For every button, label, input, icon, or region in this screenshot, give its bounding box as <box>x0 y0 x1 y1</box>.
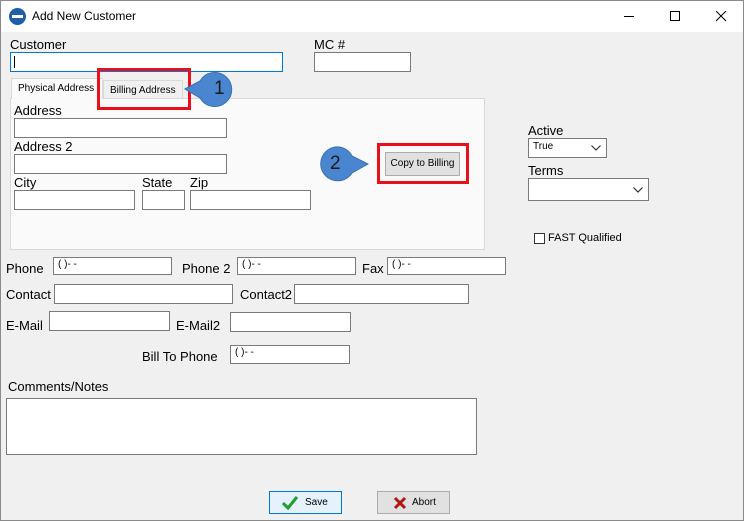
customer-label: Customer <box>10 37 67 52</box>
callout-2: 2 <box>317 146 370 183</box>
billing-tab-highlight-box <box>97 68 191 110</box>
phone2-label: Phone 2 <box>182 261 231 276</box>
email2-label: E-Mail2 <box>176 318 221 333</box>
contact-field[interactable] <box>54 284 233 304</box>
bill-to-phone-label: Bill To Phone <box>142 349 218 364</box>
tab-physical-address[interactable]: Physical Address <box>11 78 103 99</box>
close-icon <box>716 11 727 22</box>
state-field[interactable] <box>142 190 185 210</box>
bill-to-phone-field[interactable]: ( )- - <box>230 345 350 364</box>
callout-pointer-icon <box>183 72 233 107</box>
abort-button-label: Abort <box>412 497 436 508</box>
comments-label: Comments/Notes <box>8 379 109 394</box>
fax-label: Fax <box>362 261 384 276</box>
x-mark-icon <box>393 496 407 510</box>
city-label: City <box>14 175 37 190</box>
text-caret <box>14 56 15 68</box>
active-label: Active <box>528 123 564 138</box>
active-select[interactable]: True <box>528 138 607 158</box>
email-label: E-Mail <box>6 318 43 333</box>
mc-label: MC # <box>314 37 346 52</box>
zip-field[interactable] <box>190 190 311 210</box>
fax-field[interactable]: ( )- - <box>387 257 506 275</box>
address2-field[interactable] <box>14 154 227 174</box>
callout-number: 1 <box>214 78 225 99</box>
maximize-icon <box>670 11 680 21</box>
callout-pointer-icon <box>320 146 370 182</box>
contact-label: Contact <box>6 287 51 302</box>
chevron-down-icon <box>633 187 643 193</box>
app-icon <box>9 8 26 25</box>
title-bar: Add New Customer <box>1 1 743 32</box>
callout-number: 2 <box>330 153 341 174</box>
email2-field[interactable] <box>230 312 351 332</box>
maximize-button[interactable] <box>652 1 698 32</box>
address2-label: Address 2 <box>14 139 73 154</box>
minimize-button[interactable] <box>606 1 652 32</box>
save-button-label: Save <box>305 497 328 508</box>
checkmark-icon <box>282 496 298 510</box>
close-button[interactable] <box>698 1 743 32</box>
phone-field[interactable]: ( )- - <box>53 257 172 275</box>
save-button[interactable]: Save <box>269 491 342 514</box>
contact2-field[interactable] <box>294 284 469 304</box>
callout-1: 1 <box>183 71 236 108</box>
comments-textarea[interactable] <box>6 398 477 455</box>
window-title: Add New Customer <box>32 9 137 23</box>
address-field[interactable] <box>14 118 227 138</box>
phone-label: Phone <box>6 261 44 276</box>
terms-label: Terms <box>528 163 564 178</box>
chevron-down-icon <box>591 145 601 151</box>
fast-qualified-checkbox[interactable] <box>534 233 545 244</box>
email-field[interactable] <box>49 311 170 331</box>
contact2-label: Contact2 <box>240 287 293 302</box>
terms-select[interactable] <box>528 178 649 201</box>
add-new-customer-window: Add New Customer Customer MC # Physical … <box>0 0 744 521</box>
copy-button-highlight-box <box>377 143 469 184</box>
mc-field[interactable] <box>314 52 411 72</box>
zip-label: Zip <box>190 175 209 190</box>
city-field[interactable] <box>14 190 135 210</box>
address-label: Address <box>14 103 62 118</box>
active-select-value: True <box>533 141 554 152</box>
phone2-field[interactable]: ( )- - <box>237 257 356 275</box>
fast-qualified-label: FAST Qualified <box>548 232 622 244</box>
minimize-icon <box>624 16 634 17</box>
state-label: State <box>142 175 173 190</box>
abort-button[interactable]: Abort <box>377 491 450 514</box>
